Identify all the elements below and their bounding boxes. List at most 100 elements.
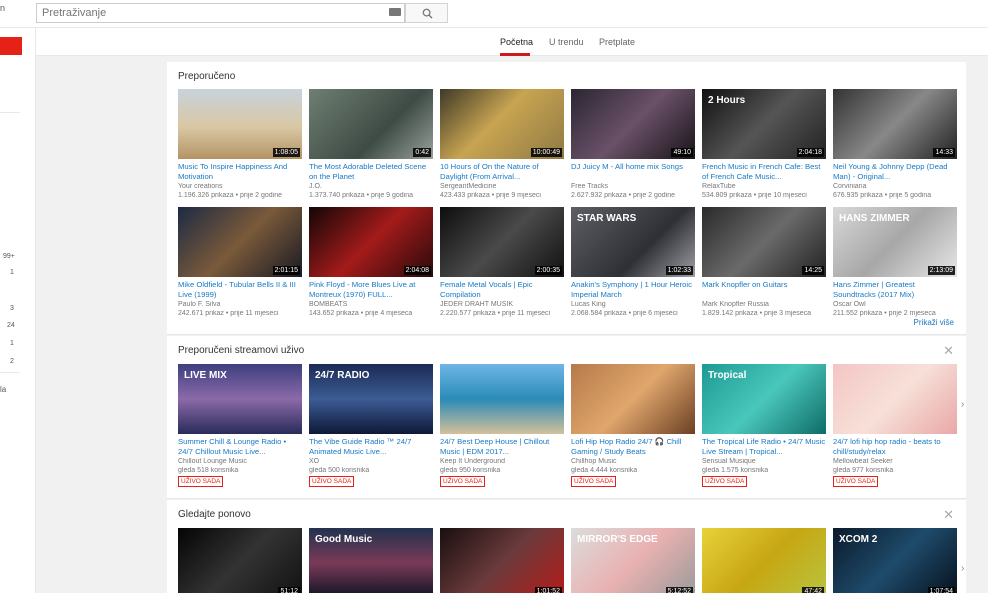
video-thumbnail[interactable]: XCOM 2 1:07:54 <box>833 528 957 593</box>
channel-name[interactable]: Sensual Musique <box>702 458 826 465</box>
tab-home[interactable]: Početna <box>500 37 533 47</box>
close-section-icon[interactable]: ✕ <box>943 508 954 521</box>
video-title-link[interactable]: DJ Juicy M - All home mix Songs <box>571 162 695 182</box>
channel-name[interactable]: Paulo F. Silva <box>178 301 302 308</box>
video-thumbnail[interactable] <box>440 364 564 434</box>
video-thumbnail[interactable]: 2:01:15 <box>178 207 302 277</box>
channel-name[interactable]: Mellowbeat Seeker <box>833 458 957 465</box>
video-card[interactable]: 24/7 Best Deep House | Chillout Music | … <box>440 364 564 489</box>
video-thumbnail[interactable]: Tropical <box>702 364 826 434</box>
video-thumbnail[interactable]: 51:12 <box>178 528 302 593</box>
video-title-link[interactable]: 24/7 Best Deep House | Chillout Music | … <box>440 437 564 457</box>
video-thumbnail[interactable]: STAR WARS 1:02:33 <box>571 207 695 277</box>
video-title-link[interactable]: The Tropical Life Radio • 24/7 Music Liv… <box>702 437 826 457</box>
channel-name[interactable]: Corviniana <box>833 183 957 190</box>
video-card[interactable]: 2 Hours 2:04:18 French Music in French Caf… <box>702 89 826 201</box>
video-thumbnail[interactable]: 24/7 RADIO <box>309 364 433 434</box>
channel-name[interactable]: XO <box>309 458 433 465</box>
video-card[interactable]: 2:00:35 Female Metal Vocals | Epic Compil… <box>440 207 564 319</box>
video-card[interactable]: 2:04:08 Pink Floyd - More Blues Live at M… <box>309 207 433 319</box>
video-title-link[interactable]: Summer Chill & Lounge Radio • 24/7 Chill… <box>178 437 302 457</box>
video-card[interactable]: 1:08:05 Music To Inspire Happiness And Mo… <box>178 89 302 201</box>
video-title-link[interactable]: Lofi Hip Hop Radio 24/7 🎧 Chill Gaming /… <box>571 437 695 457</box>
video-card[interactable]: 10:00:49 10 Hours of On the Nature of Day… <box>440 89 564 201</box>
video-thumbnail[interactable]: 2:04:08 <box>309 207 433 277</box>
video-thumbnail[interactable]: 10:00:49 <box>440 89 564 159</box>
live-now-badge: UŽIVO SADA <box>178 476 224 487</box>
video-thumbnail[interactable]: 0:42 <box>309 89 433 159</box>
channel-name[interactable]: JEDER DRAHT MUSIK <box>440 301 564 308</box>
video-title-link[interactable]: Hans Zimmer | Greatest Soundtracks (2017… <box>833 280 957 300</box>
video-card[interactable]: 14:33 Neil Young & Johnny Depp (Dead Man)… <box>833 89 957 201</box>
thumbnail-overlay-text: Tropical <box>708 370 747 381</box>
channel-name[interactable]: Keep It Underground <box>440 458 564 465</box>
video-title-link[interactable]: Mark Knopfler on Guitars <box>702 280 826 300</box>
masthead: n <box>0 0 988 28</box>
video-title-link[interactable]: Pink Floyd - More Blues Live at Montreux… <box>309 280 433 300</box>
sidebar-item-home[interactable] <box>0 37 22 55</box>
video-title-link[interactable]: Neil Young & Johnny Depp (Dead Man) - Or… <box>833 162 957 182</box>
channel-name[interactable]: BOMBEATS <box>309 301 433 308</box>
video-thumbnail[interactable]: LIVE MIX <box>178 364 302 434</box>
video-thumbnail[interactable]: 2 Hours 2:04:18 <box>702 89 826 159</box>
video-meta: 1.829.142 prikaza • prije 3 mjeseca <box>702 310 812 317</box>
channel-name[interactable]: Mark Knopfler Russia <box>702 301 826 308</box>
video-card[interactable]: 49:10 DJ Juicy M - All home mix Songs Free… <box>571 89 695 201</box>
video-title-link[interactable]: The Most Adorable Deleted Scene on the P… <box>309 162 433 182</box>
close-section-icon[interactable]: ✕ <box>943 344 954 357</box>
video-thumbnail[interactable]: 49:10 <box>571 89 695 159</box>
video-thumbnail[interactable]: HANS ZIMMER 2:13:09 <box>833 207 957 277</box>
video-title-link[interactable]: 24/7 lofi hip hop radio - beats to chill… <box>833 437 957 457</box>
video-card[interactable]: HANS ZIMMER 2:13:09 Hans Zimmer | Greatest… <box>833 207 957 319</box>
keyboard-icon[interactable] <box>389 8 401 16</box>
video-title-link[interactable]: 10 Hours of On the Nature of Daylight (F… <box>440 162 564 182</box>
video-title-link[interactable]: Mike Oldfield - Tubular Bells II & III L… <box>178 280 302 300</box>
video-thumbnail[interactable]: 14:33 <box>833 89 957 159</box>
search-button[interactable] <box>405 3 448 23</box>
video-card[interactable]: 2:01:15 Mike Oldfield - Tubular Bells II … <box>178 207 302 319</box>
channel-name[interactable]: Free Tracks <box>571 183 695 190</box>
video-card[interactable]: Lofi Hip Hop Radio 24/7 🎧 Chill Gaming /… <box>571 364 695 489</box>
video-card[interactable]: XCOM 2 1:07:54 <box>833 528 957 593</box>
channel-name[interactable]: SergeantMedicine <box>440 183 564 190</box>
channel-name[interactable]: Chillout Lounge Music <box>178 458 302 465</box>
video-thumbnail[interactable]: 2:00:35 <box>440 207 564 277</box>
video-title-link[interactable]: Anakin's Symphony | 1 Hour Heroic Imperi… <box>571 280 695 300</box>
video-thumbnail[interactable]: 1:08:05 <box>178 89 302 159</box>
channel-name[interactable]: Chillhop Music <box>571 458 695 465</box>
channel-name[interactable]: Oscar Owl <box>833 301 957 308</box>
video-card[interactable]: Good Music <box>309 528 433 593</box>
channel-name[interactable]: RelaxTube <box>702 183 826 190</box>
video-card[interactable]: Tropical The Tropical Life Radio • 24/7 M… <box>702 364 826 489</box>
channel-name[interactable]: J.O. <box>309 183 433 190</box>
channel-name[interactable]: Lucas King <box>571 301 695 308</box>
video-card[interactable]: 0:42 The Most Adorable Deleted Scene on t… <box>309 89 433 201</box>
video-title-link[interactable]: French Music in French Cafe: Best of Fre… <box>702 162 826 182</box>
video-card[interactable]: 51:12 <box>178 528 302 593</box>
video-duration: 47:42 <box>802 587 824 593</box>
video-card[interactable]: STAR WARS 1:02:33 Anakin's Symphony | 1 Ho… <box>571 207 695 319</box>
show-more-link[interactable]: Prikaži više <box>914 318 954 327</box>
video-card[interactable]: 24/7 lofi hip hop radio - beats to chill… <box>833 364 957 489</box>
video-thumbnail[interactable] <box>833 364 957 434</box>
video-title-link[interactable]: Female Metal Vocals | Epic Compilation <box>440 280 564 300</box>
search-input[interactable] <box>36 3 405 23</box>
video-card[interactable]: MIRROR'S EDGE 5:12:52 <box>571 528 695 593</box>
tab-trending[interactable]: U trendu <box>549 37 584 47</box>
video-card[interactable]: 1:01:52 <box>440 528 564 593</box>
video-card[interactable]: 47:42 <box>702 528 826 593</box>
tab-subscriptions[interactable]: Pretplate <box>599 37 635 47</box>
video-duration: 1:01:52 <box>534 587 562 593</box>
video-card[interactable]: 24/7 RADIO The Vibe Guide Radio ™ 24/7 An… <box>309 364 433 489</box>
video-thumbnail[interactable]: 1:01:52 <box>440 528 564 593</box>
video-title-link[interactable]: The Vibe Guide Radio ™ 24/7 Animated Mus… <box>309 437 433 457</box>
video-thumbnail[interactable]: Good Music <box>309 528 433 593</box>
video-card[interactable]: 14:25 Mark Knopfler on Guitars Mark Knopfl… <box>702 207 826 319</box>
channel-name[interactable]: Your creations <box>178 183 302 190</box>
video-thumbnail[interactable]: 14:25 <box>702 207 826 277</box>
video-card[interactable]: LIVE MIX Summer Chill & Lounge Radio • 24… <box>178 364 302 489</box>
video-thumbnail[interactable] <box>571 364 695 434</box>
video-thumbnail[interactable]: 47:42 <box>702 528 826 593</box>
video-thumbnail[interactable]: MIRROR'S EDGE 5:12:52 <box>571 528 695 593</box>
video-title-link[interactable]: Music To Inspire Happiness And Motivatio… <box>178 162 302 182</box>
